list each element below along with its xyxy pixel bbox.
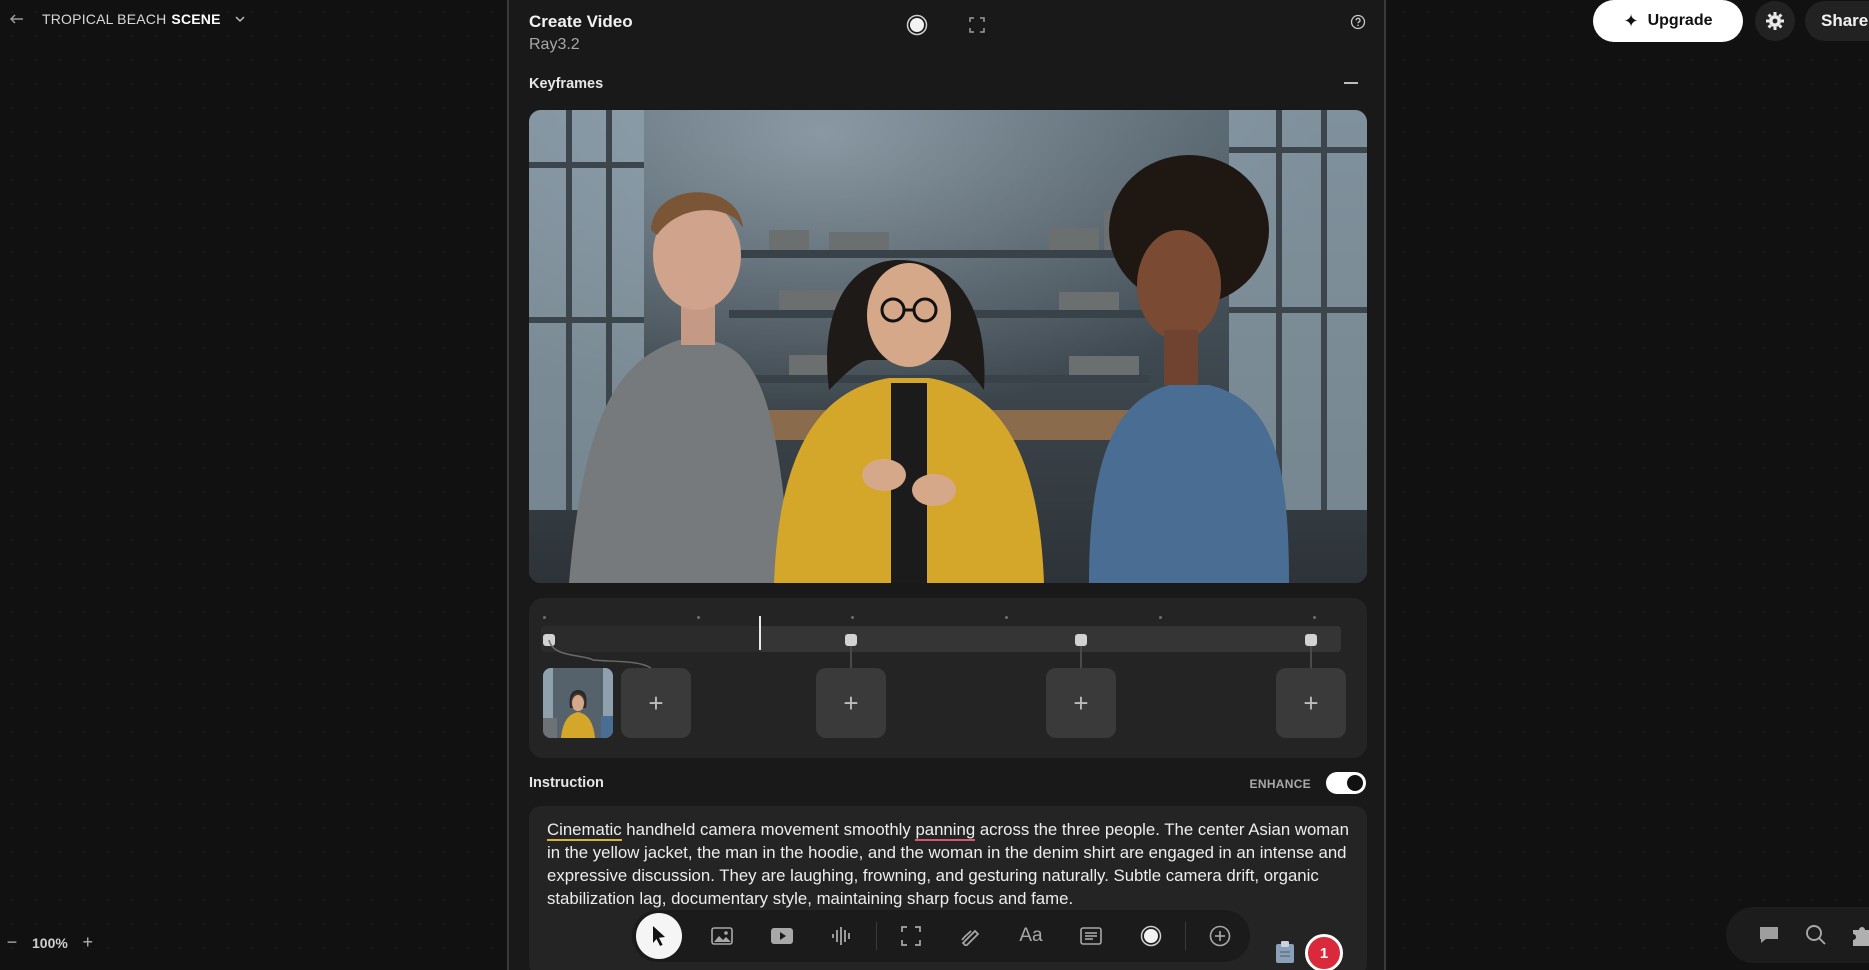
text-tool-button[interactable]: Aa [1001,914,1061,958]
instruction-text: handheld camera movement smoothly [621,820,916,839]
keyframe-marker[interactable] [1305,634,1317,646]
audio-tool-button[interactable] [812,914,872,958]
zoom-control: − 100% + [0,932,100,953]
note-tool-button[interactable] [1061,914,1121,958]
instruction-word-misspelled: panning [915,820,976,841]
sparkle-icon: ✦ [1623,10,1639,31]
expand-icon[interactable] [965,13,989,37]
text-tool-label: Aa [1019,925,1043,946]
keyframe-thumbnail[interactable] [543,668,613,738]
share-label: Share [1821,11,1869,30]
share-button[interactable]: Share [1805,1,1869,41]
help-circle-icon[interactable] [1350,14,1366,30]
connector-curve [548,640,652,669]
instruction-word-flagged: Cinematic [547,820,622,841]
project-title[interactable]: TROPICAL BEACH SCENE [42,11,221,27]
timeline-tick [1005,616,1008,619]
search-icon [1806,925,1826,945]
add-keyframe-button[interactable]: + [1046,668,1116,738]
video-tool-button[interactable] [752,914,812,958]
add-keyframe-button[interactable]: + [621,668,691,738]
plus-icon: + [648,687,664,718]
upgrade-button[interactable]: ✦ Upgrade [1593,0,1743,42]
plus-icon: + [1303,687,1319,718]
add-keyframe-button[interactable]: + [1276,668,1346,738]
timeline-tick [543,616,546,619]
zoom-out-button[interactable]: − [0,932,24,953]
notification-badge[interactable]: 1 [1305,934,1343,970]
project-title-prefix: TROPICAL BEACH [42,11,167,27]
chat-bubble-icon [1760,927,1779,943]
draw-tool-button[interactable] [941,914,1001,958]
toolbar-divider [1185,922,1186,950]
document-icon [1080,927,1102,945]
project-header: TROPICAL BEACH SCENE [6,8,249,30]
marker-stem [850,646,852,668]
waveform-icon [832,927,850,945]
puzzle-icon [1852,927,1869,946]
zoom-level: 100% [32,934,68,951]
bottom-toolbar: Aa [632,910,1250,962]
keyframe-image[interactable] [529,110,1367,583]
frame-tool-button[interactable] [881,914,941,958]
generate-tool-button[interactable] [1121,914,1181,958]
image-tool-button[interactable] [692,914,752,958]
timeline-tick [1313,616,1316,619]
bottom-right-dock [1726,907,1869,963]
frame-icon [901,926,921,946]
project-title-bold: SCENE [171,11,221,27]
comment-button[interactable] [1746,917,1793,953]
plugins-button[interactable] [1839,917,1869,953]
instruction-label: Instruction [529,775,604,791]
keyframes-label: Keyframes [529,76,604,92]
plus-circle-icon [1209,925,1231,947]
cursor-icon [653,926,665,946]
gear-icon [1766,12,1784,30]
add-button[interactable] [1190,914,1250,958]
playhead[interactable] [759,616,761,650]
instruction-text-tail: ame. [1035,889,1074,908]
toggle-knob [1347,775,1363,791]
keyframe-marker[interactable] [1075,634,1087,646]
keyframe-timeline: + + + + [529,598,1367,758]
record-icon [1140,925,1162,947]
plus-icon: + [843,687,859,718]
upgrade-label: Upgrade [1647,12,1713,29]
toolbar-divider [876,922,877,950]
enhance-label: ENHANCE [1249,777,1311,791]
plus-icon: + [1073,687,1089,718]
pen-icon [961,929,980,946]
collapse-icon[interactable] [1344,82,1358,84]
clipboard-icon[interactable] [1274,940,1296,964]
back-arrow-icon[interactable] [6,8,28,30]
keyframe-marker[interactable] [845,634,857,646]
timeline-tick [1159,616,1162,619]
add-keyframe-button[interactable]: + [816,668,886,738]
image-icon [711,927,733,945]
top-right-controls: ✦ Upgrade Share [1593,0,1869,42]
zoom-in-button[interactable]: + [76,932,100,953]
marker-stem [1080,646,1082,668]
panel-title: Create Video [529,12,633,31]
chevron-down-icon[interactable] [233,11,249,27]
timeline-tick [851,616,854,619]
model-name[interactable]: Ray3.2 [529,36,580,54]
record-icon[interactable] [905,13,929,37]
select-tool-button[interactable] [636,913,682,959]
settings-button[interactable] [1755,1,1795,41]
search-button[interactable] [1793,917,1840,953]
play-icon [771,928,793,944]
create-video-panel: Create Video Ray3.2 Keyframes + + + + In… [507,0,1386,970]
enhance-toggle[interactable] [1326,772,1366,794]
marker-stem [1310,646,1312,668]
timeline-tick [697,616,700,619]
